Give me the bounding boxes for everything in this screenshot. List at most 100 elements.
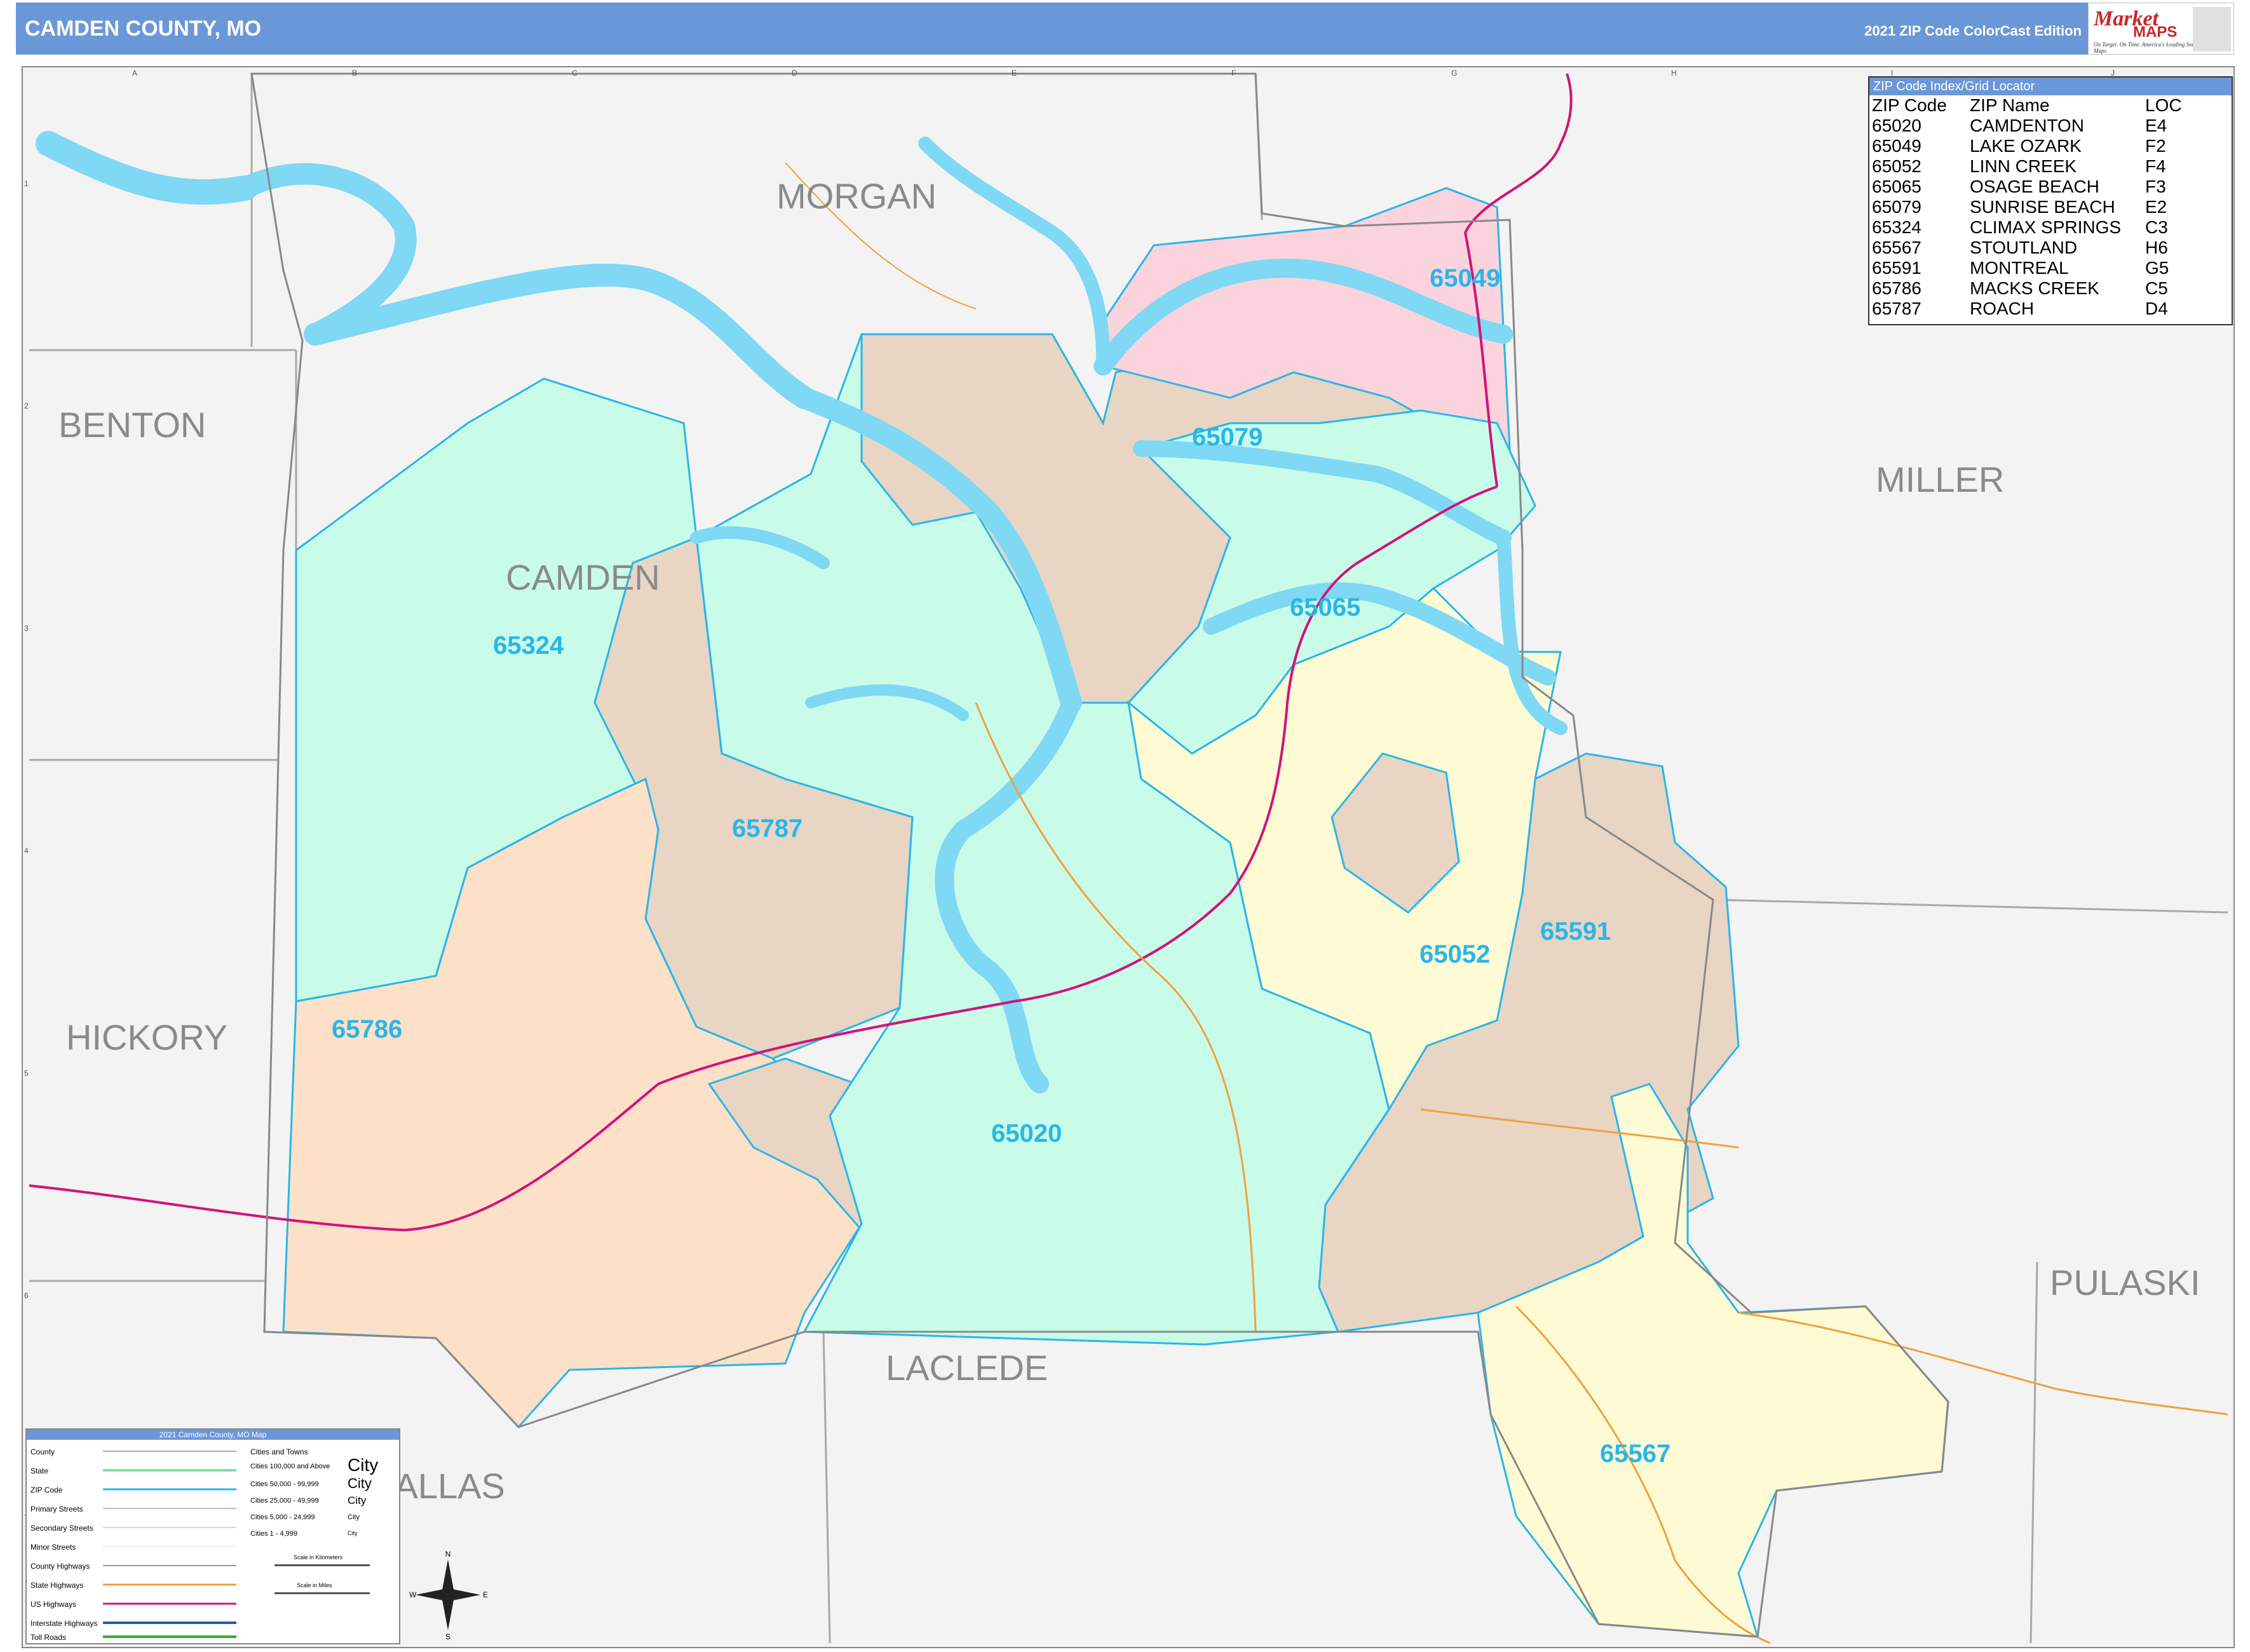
- zip-code-cell: 65324: [1872, 217, 1921, 237]
- grid-row-2: 2: [24, 402, 29, 410]
- zip-index-row: 65786 MACKS CREEK C5: [1872, 278, 2182, 299]
- compass-icon: N S W E: [409, 1550, 488, 1641]
- legend-city-sample: City: [348, 1513, 360, 1521]
- zip-name-cell: LAKE OZARK: [1970, 136, 2082, 156]
- legend-item: State: [30, 1466, 49, 1475]
- grid-col-b: B: [352, 69, 358, 78]
- legend-city-class: Cities 1 - 4,999: [250, 1530, 297, 1538]
- legend-line-samples: [103, 1451, 236, 1638]
- legend-item: County: [30, 1447, 55, 1456]
- legend-scale-bar-mi: [274, 1592, 370, 1594]
- legend-city-sample: City: [348, 1530, 358, 1536]
- legend-city-sample: City: [348, 1475, 372, 1491]
- zip-loc-cell: E2: [2145, 197, 2167, 217]
- zip-regions: [282, 187, 1949, 1638]
- grid-row-4: 4: [24, 846, 29, 855]
- legend-item: County Highways: [30, 1562, 90, 1571]
- compass-n: N: [445, 1550, 451, 1559]
- legend-item: State Highways: [30, 1581, 84, 1590]
- compass-rose: N S W E: [407, 1550, 489, 1641]
- compass-s: S: [445, 1632, 451, 1639]
- zip-code-cell: 65786: [1872, 278, 1921, 298]
- zip-code-cell: 65052: [1872, 156, 1921, 176]
- legend-item: Toll Roads: [30, 1633, 67, 1642]
- zip-loc-cell: D4: [2145, 299, 2168, 318]
- zip-code-cell: 65049: [1872, 136, 1921, 156]
- compass-point-n: [442, 1559, 454, 1595]
- zip-loc-cell: C3: [2145, 217, 2168, 237]
- zip-label-65591: 65591: [1540, 917, 1611, 945]
- grid-col-d: D: [792, 69, 797, 78]
- zip-index-row: 65049 LAKE OZARK F2: [1872, 136, 2182, 156]
- compass-point-e: [448, 1589, 480, 1601]
- zip-code-cell: 65065: [1872, 177, 1921, 196]
- zip-index-row: 65079 SUNRISE BEACH E2: [1872, 197, 2182, 217]
- zip-label-65052: 65052: [1420, 940, 1491, 968]
- zip-name-cell: MACKS CREEK: [1970, 278, 2099, 298]
- legend-title: 2021 Camden County, MO Map: [27, 1430, 399, 1440]
- zip-label-65786: 65786: [332, 1015, 403, 1043]
- grid-col-h: H: [1671, 69, 1677, 78]
- grid-row-6: 6: [24, 1291, 29, 1300]
- grid-row-1: 1: [24, 179, 29, 188]
- edition-label: 2021 ZIP Code ColorCast Edition: [1864, 23, 2082, 39]
- zip-loc-cell: E4: [2145, 116, 2167, 135]
- zip-label-65020: 65020: [991, 1120, 1062, 1148]
- grid-col-e: E: [1012, 69, 1017, 78]
- county-line: [2030, 1261, 2038, 1644]
- zip-loc-cell: F4: [2145, 156, 2166, 176]
- zip-loc-cell: C5: [2145, 278, 2168, 298]
- zip-code-cell: 65591: [1872, 258, 1921, 278]
- water-channel: [918, 137, 1110, 367]
- zip-code-cell: 65567: [1872, 238, 1921, 257]
- zip-code-cell: 65079: [1872, 197, 1921, 217]
- grid-row-3: 3: [24, 624, 29, 633]
- county-label-camden: CAMDEN: [506, 557, 660, 597]
- zip-name-cell: STOUTLAND: [1970, 238, 2078, 257]
- grid-col-f: F: [1231, 69, 1237, 78]
- legend-scale-mi: Scale in Miles: [297, 1582, 332, 1588]
- zip-label-65079: 65079: [1192, 423, 1263, 451]
- zip-index-header: ZIP Code: [1872, 95, 1947, 115]
- county-label-morgan: MORGAN: [776, 176, 937, 216]
- legend-scale-bar-km: [274, 1564, 370, 1566]
- grid-col-c: C: [572, 69, 578, 78]
- zip-index-grid: ZIP Code ZIP Name LOC 65020 CAMDENTON E4 6…: [1872, 95, 2182, 319]
- legend-city-class: Cities 25,000 - 49,999: [250, 1497, 319, 1505]
- compass-w: W: [409, 1590, 417, 1599]
- logo-maps: MAPS: [2133, 24, 2178, 41]
- header-bar: CAMDEN COUNTY, MO 2021 ZIP Code ColorCas…: [16, 3, 2234, 55]
- zip-loc-cell: H6: [2145, 238, 2168, 257]
- water-channel: [36, 131, 258, 205]
- zip-code-cell: 65020: [1872, 116, 1921, 135]
- zip-label-65049: 65049: [1430, 264, 1501, 292]
- map-legend: 2021 Camden County, MO Map County State …: [25, 1428, 400, 1644]
- legend-item: ZIP Code: [30, 1486, 63, 1494]
- zip-index-row: 65567 STOUTLAND H6: [1872, 238, 2182, 258]
- legend-city-sample: City: [348, 1455, 379, 1475]
- zip-name-cell: CLIMAX SPRINGS: [1970, 217, 2122, 237]
- legend-scale-km: Scale in Kilometers: [294, 1554, 343, 1561]
- zip-name-cell: MONTREAL: [1970, 258, 2069, 278]
- zip-name-cell: OSAGE BEACH: [1970, 177, 2099, 196]
- zip-name-cell: SUNRISE BEACH: [1970, 197, 2115, 217]
- county-line: [822, 1331, 831, 1644]
- legend-item: Secondary Streets: [30, 1524, 93, 1533]
- legend-item: Interstate Highways: [30, 1619, 98, 1628]
- county-label-pulaski: PULASKI: [2050, 1263, 2200, 1303]
- zip-index-row: 65052 LINN CREEK F4: [1872, 156, 2182, 177]
- zip-index-table: ZIP Code Index/Grid Locator ZIP Code ZIP…: [1868, 76, 2233, 325]
- zip-loc-cell: G5: [2145, 258, 2169, 278]
- zip-code-cell: 65787: [1872, 299, 1921, 318]
- grid-col-g: G: [1451, 69, 1458, 78]
- zip-index-row: 65020 CAMDENTON E4: [1872, 116, 2182, 136]
- zip-loc-cell: F2: [2145, 136, 2166, 156]
- zip-index-header: LOC: [2145, 95, 2182, 115]
- county-label-hickory: HICKORY: [66, 1017, 228, 1057]
- legend-city-class: Cities 50,000 - 99,999: [250, 1480, 319, 1488]
- compass-point-w: [416, 1589, 448, 1601]
- logo-contact-box: [2193, 7, 2231, 51]
- legend-city-class: Cities 5,000 - 24,999: [250, 1513, 315, 1521]
- zip-name-cell: LINN CREEK: [1970, 156, 2077, 176]
- zip-index-row: 65324 CLIMAX SPRINGS C3: [1872, 217, 2182, 238]
